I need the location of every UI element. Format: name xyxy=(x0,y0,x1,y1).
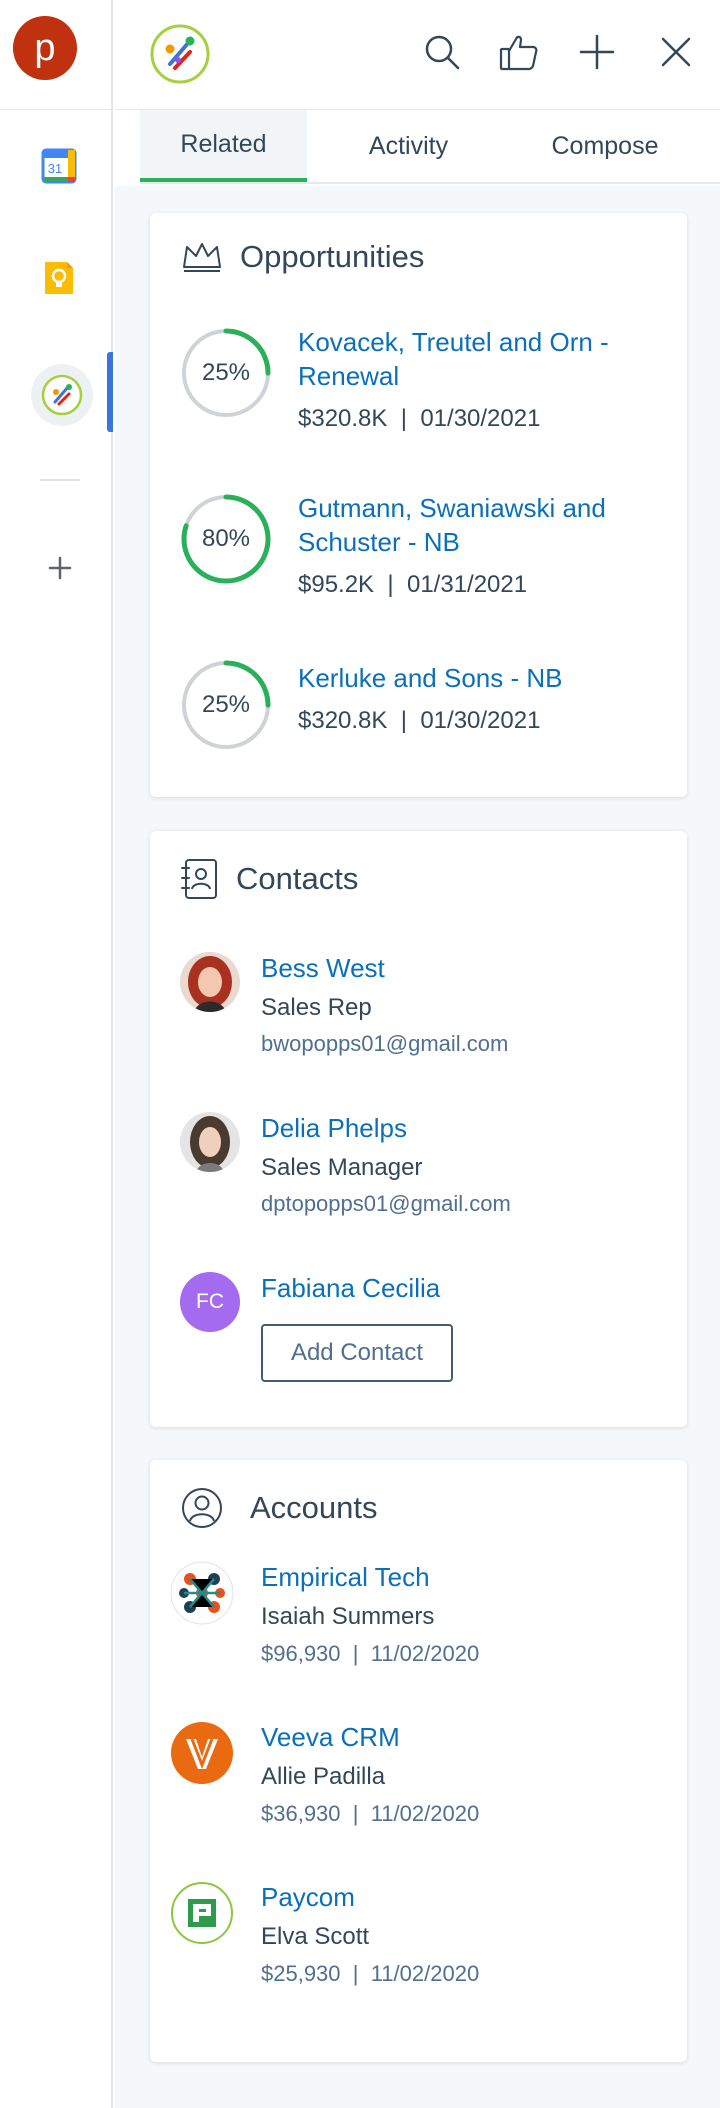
tab-bar: Related Activity Compose xyxy=(140,110,720,184)
opportunity-meta: $320.8K | 01/30/2021 xyxy=(298,405,541,432)
address-book-icon xyxy=(181,859,217,899)
tab-related[interactable]: Related xyxy=(140,110,307,182)
contact-name[interactable]: Bess West xyxy=(261,953,385,984)
account-date: 11/02/2020 xyxy=(370,1961,480,1986)
contact-name[interactable]: Fabiana Cecilia xyxy=(261,1273,440,1304)
contact-role: Sales Manager xyxy=(261,1154,423,1181)
contact-name[interactable]: Delia Phelps xyxy=(261,1113,407,1144)
account-meta: $25,930 | 11/02/2020 xyxy=(261,1961,480,1986)
add-app-icon[interactable] xyxy=(44,552,76,584)
opportunity-item[interactable]: 80% Gutmann, Swaniawski and Schuster - N… xyxy=(180,493,660,613)
search-icon xyxy=(425,35,460,70)
account-amount: $36,930 xyxy=(261,1801,341,1826)
opportunity-name[interactable]: Kerluke and Sons - NB xyxy=(298,661,658,695)
account-date: 11/02/2020 xyxy=(370,1801,480,1826)
opportunity-date: 01/30/2021 xyxy=(420,707,541,734)
account-name[interactable]: Paycom xyxy=(261,1882,355,1913)
tab-compose[interactable]: Compose xyxy=(510,110,700,182)
account-meta: $36,930 | 11/02/2020 xyxy=(261,1801,480,1826)
close-button[interactable] xyxy=(654,30,698,74)
google-calendar-icon[interactable]: 31 xyxy=(41,148,77,184)
thumbs-up-icon xyxy=(499,35,538,71)
account-meta: $96,930 | 11/02/2020 xyxy=(261,1641,480,1666)
contacts-title: Contacts xyxy=(236,861,359,896)
opportunity-item[interactable]: 25% Kerluke and Sons - NB $320.8K | 01/3… xyxy=(180,659,660,759)
veeva-logo-icon xyxy=(171,1722,233,1784)
account-amount: $25,930 xyxy=(261,1961,341,1986)
contact-photo xyxy=(180,1112,240,1172)
panel-header xyxy=(115,0,720,110)
opportunity-amount: $95.2K xyxy=(298,571,375,598)
opportunity-amount: $320.8K xyxy=(298,707,388,734)
account-owner: Elva Scott xyxy=(261,1923,370,1950)
opportunities-card: Opportunities 25% Kovacek, Treutel and O… xyxy=(150,213,687,797)
add-button[interactable] xyxy=(575,30,619,74)
account-owner: Isaiah Summers xyxy=(261,1603,435,1630)
account-name[interactable]: Veeva CRM xyxy=(261,1722,400,1753)
accounts-header: Accounts xyxy=(180,1486,378,1530)
crown-icon xyxy=(183,243,221,272)
user-avatar[interactable]: p xyxy=(13,16,77,80)
contact-role: Sales Rep xyxy=(261,994,372,1021)
empirical-tech-logo-icon xyxy=(170,1561,234,1625)
account-owner: Allie Padilla xyxy=(261,1763,386,1790)
contact-initials-avatar: FC xyxy=(180,1272,240,1332)
contacts-header: Contacts xyxy=(180,857,358,901)
contacts-card: Contacts Bess West Sales Rep bwopopps01@… xyxy=(150,831,687,1427)
contact-email[interactable]: dptopopps01@gmail.com xyxy=(261,1191,511,1217)
opportunity-name[interactable]: Gutmann, Swaniawski and Schuster - NB xyxy=(298,491,658,559)
opportunities-header: Opportunities xyxy=(180,235,424,279)
plus-icon xyxy=(579,34,615,70)
account-name[interactable]: Empirical Tech xyxy=(261,1562,430,1593)
contact-photo xyxy=(180,952,240,1012)
opportunity-meta: $95.2K | 01/31/2021 xyxy=(298,571,528,598)
opportunity-date: 01/30/2021 xyxy=(420,405,541,432)
account-amount: $96,930 xyxy=(261,1641,341,1666)
paycom-logo-icon xyxy=(171,1882,233,1944)
opportunities-title: Opportunities xyxy=(240,239,425,274)
tab-activity[interactable]: Activity xyxy=(307,110,510,182)
opportunity-name[interactable]: Kovacek, Treutel and Orn - Renewal xyxy=(298,325,658,393)
like-button[interactable] xyxy=(497,30,541,74)
opportunity-meta: $320.8K | 01/30/2021 xyxy=(298,707,541,734)
svg-text:31: 31 xyxy=(48,161,62,176)
search-button[interactable] xyxy=(420,30,464,74)
accounts-title: Accounts xyxy=(250,1490,378,1525)
active-app-indicator xyxy=(107,352,113,432)
app-rail: p 31 xyxy=(0,0,113,2108)
app-logo-icon xyxy=(150,24,210,84)
close-icon xyxy=(661,37,691,67)
accounts-card: Accounts Empirical Tech Isaiah Summers $… xyxy=(150,1460,687,2062)
opportunity-date: 01/31/2021 xyxy=(406,571,528,598)
opportunity-item[interactable]: 25% Kovacek, Treutel and Orn - Renewal $… xyxy=(180,327,660,447)
google-keep-icon[interactable] xyxy=(41,260,77,296)
add-contact-button[interactable]: Add Contact xyxy=(261,1324,453,1382)
progress-percent: 25% xyxy=(201,359,251,386)
user-circle-icon xyxy=(182,1488,222,1528)
progress-percent: 25% xyxy=(201,691,251,718)
related-content: Opportunities 25% Kovacek, Treutel and O… xyxy=(115,186,720,2108)
account-date: 11/02/2020 xyxy=(370,1641,480,1666)
contact-email[interactable]: bwopopps01@gmail.com xyxy=(261,1031,508,1057)
rail-divider xyxy=(40,479,80,481)
hubspot-app-button[interactable] xyxy=(31,364,93,426)
progress-percent: 80% xyxy=(201,525,251,552)
hubspot-logo-icon xyxy=(41,374,83,416)
opportunity-amount: $320.8K xyxy=(298,405,388,432)
rail-top: p xyxy=(0,0,111,110)
